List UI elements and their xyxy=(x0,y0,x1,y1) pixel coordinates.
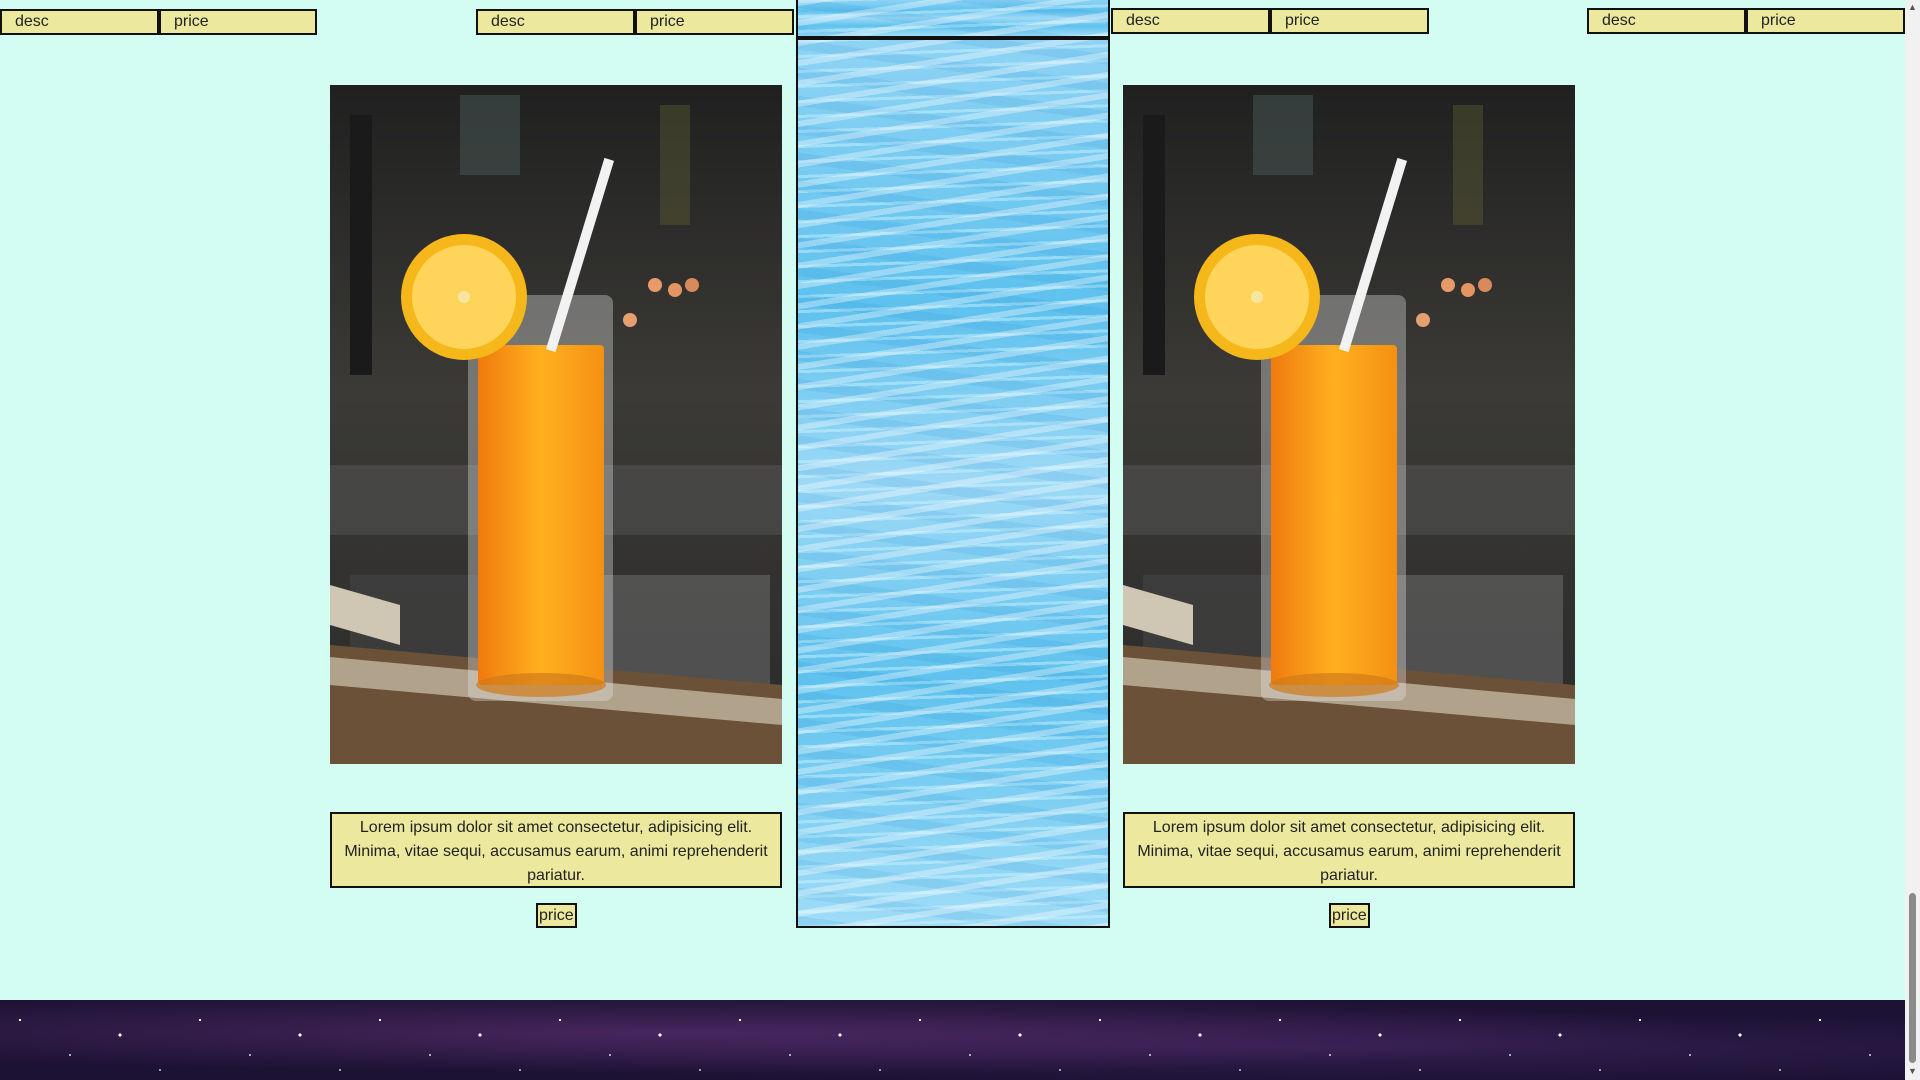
tab-price[interactable]: price xyxy=(635,9,794,35)
orange-juice-illustration xyxy=(330,85,782,764)
orange-juice-illustration xyxy=(1123,85,1575,764)
scroll-down-arrow-icon[interactable]: ▼ xyxy=(1908,1066,1917,1076)
orange-juice-photo xyxy=(330,85,782,764)
price-button[interactable]: price xyxy=(1329,903,1370,928)
scroll-thumb[interactable] xyxy=(1909,893,1916,1063)
orange-juice-photo xyxy=(1123,85,1575,764)
tab-desc[interactable]: desc xyxy=(0,9,159,35)
product-description: Lorem ipsum dolor sit amet consectetur, … xyxy=(1123,812,1575,888)
scroll-up-arrow-icon[interactable]: ▲ xyxy=(1908,2,1917,12)
tab-desc[interactable]: desc xyxy=(1587,8,1746,34)
tab-desc[interactable]: desc xyxy=(476,9,635,35)
tab-price[interactable]: price xyxy=(159,9,317,35)
water-banner-top xyxy=(796,0,1110,38)
tab-price[interactable]: price xyxy=(1746,8,1905,34)
starry-footer xyxy=(0,1000,1905,1080)
tab-price[interactable]: price xyxy=(1270,8,1429,34)
tab-desc[interactable]: desc xyxy=(1111,8,1270,34)
water-banner-center xyxy=(796,38,1110,928)
price-button[interactable]: price xyxy=(536,903,577,928)
vertical-scrollbar[interactable]: ▲ ▼ xyxy=(1905,0,1920,1080)
product-description: Lorem ipsum dolor sit amet consectetur, … xyxy=(330,812,782,888)
